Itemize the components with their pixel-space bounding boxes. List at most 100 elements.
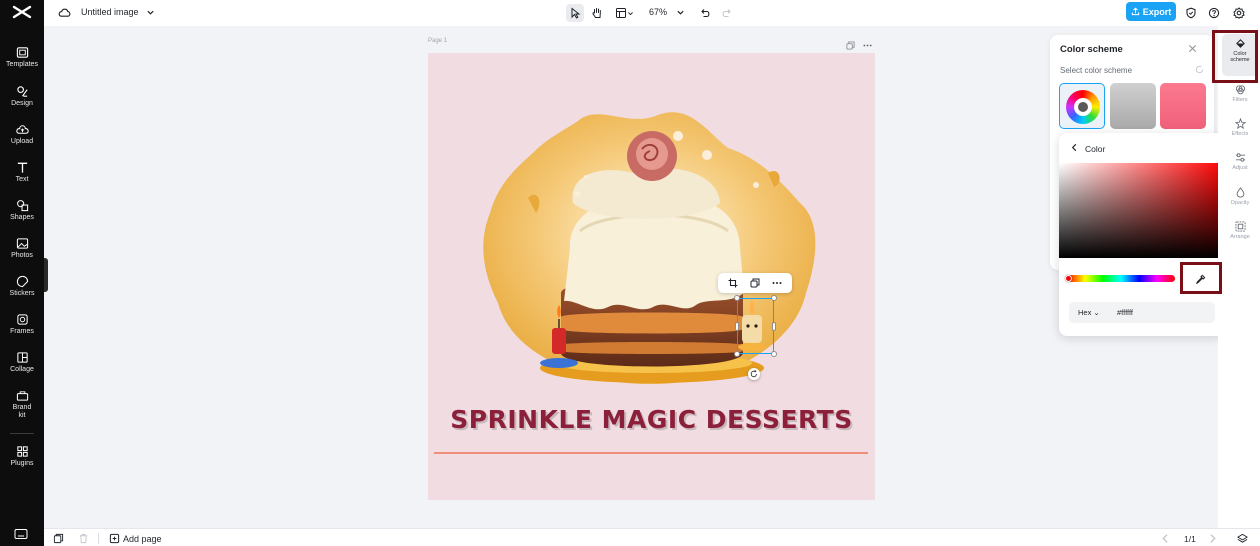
- hex-input-row: Hex ⌄ #ffffff: [1069, 302, 1215, 323]
- saturation-picker[interactable]: [1059, 163, 1225, 258]
- refresh-icon[interactable]: [1195, 65, 1204, 74]
- redo-icon: [722, 9, 731, 18]
- hue-slider[interactable]: [1067, 275, 1175, 282]
- export-label: Export: [1142, 6, 1172, 17]
- add-page-button[interactable]: Add page: [123, 534, 162, 544]
- tool-filters[interactable]: Filters: [1222, 80, 1258, 114]
- hand-tool-button[interactable]: [588, 4, 606, 22]
- layers-icon[interactable]: [1237, 533, 1248, 544]
- cursor-icon: [571, 7, 581, 19]
- tool-adjust[interactable]: Adjust: [1222, 148, 1258, 182]
- nav-templates[interactable]: Templates: [0, 43, 44, 77]
- nav-label: Shapes: [10, 214, 34, 221]
- nav-label: Templates: [6, 61, 38, 68]
- cloud-sync-icon[interactable]: [58, 6, 71, 19]
- color-picker-panel: Color Hex ⌄ #ffffff: [1059, 133, 1225, 336]
- nav-upload[interactable]: Upload: [0, 120, 44, 154]
- capcut-logo[interactable]: [12, 3, 32, 21]
- divider-line[interactable]: [434, 452, 868, 454]
- tool-label: Effects: [1231, 131, 1249, 137]
- nav-stickers[interactable]: Stickers: [0, 272, 44, 306]
- design-icon: [16, 86, 28, 97]
- page-counter: 1/1: [1184, 534, 1196, 544]
- nav-design[interactable]: Design: [0, 82, 44, 116]
- tool-arrange[interactable]: Arrange: [1222, 217, 1258, 251]
- add-page-icon[interactable]: [109, 533, 120, 544]
- tool-opacity[interactable]: Opacity: [1222, 183, 1258, 217]
- resize-handle[interactable]: [734, 295, 740, 301]
- nav-shapes[interactable]: Shapes: [0, 196, 44, 230]
- resize-handle[interactable]: [771, 295, 777, 301]
- crop-icon[interactable]: [728, 278, 738, 288]
- chevron-down-icon[interactable]: [676, 8, 685, 17]
- duplicate-icon[interactable]: [750, 278, 760, 288]
- artboard[interactable]: SPRINKLE MAGIC DESSERTS: [428, 53, 875, 500]
- export-button[interactable]: Export: [1126, 2, 1176, 21]
- duplicate-page-icon[interactable]: [846, 37, 855, 50]
- pink-scheme-swatch[interactable]: [1160, 83, 1206, 129]
- zoom-level[interactable]: 67%: [649, 7, 667, 17]
- nav-label: Photos: [11, 252, 33, 259]
- rail-divider: [10, 433, 34, 434]
- highlight-box: [1212, 30, 1258, 83]
- cake-illustration[interactable]: [428, 53, 875, 398]
- resize-handle[interactable]: [771, 351, 777, 357]
- resize-handle[interactable]: [772, 322, 776, 331]
- chevron-left-icon[interactable]: [1160, 533, 1171, 544]
- headline-text[interactable]: SPRINKLE MAGIC DESSERTS: [428, 405, 875, 434]
- nav-label: Text: [15, 176, 29, 183]
- photos-icon: [16, 238, 28, 249]
- help-button[interactable]: [1205, 4, 1223, 22]
- hex-input[interactable]: #ffffff: [1117, 308, 1133, 317]
- shield-button[interactable]: [1182, 4, 1200, 22]
- stickers-icon: [16, 275, 28, 288]
- nav-collage[interactable]: Collage: [0, 348, 44, 382]
- pages-icon[interactable]: [53, 533, 64, 544]
- selection-box[interactable]: [737, 298, 774, 354]
- nav-label: Upload: [10, 138, 34, 145]
- color-wheel-icon: [1066, 90, 1100, 124]
- close-icon[interactable]: [1188, 44, 1197, 53]
- trash-icon[interactable]: [78, 533, 89, 544]
- collage-icon: [16, 352, 28, 363]
- redo-button[interactable]: [718, 4, 736, 22]
- color-wheel-swatch[interactable]: [1059, 83, 1105, 129]
- nav-label: Plugins: [10, 460, 34, 467]
- nav-frames[interactable]: Frames: [0, 310, 44, 344]
- settings-button[interactable]: [1230, 4, 1248, 22]
- resize-handle[interactable]: [735, 322, 739, 331]
- document-title[interactable]: Untitled image: [81, 7, 139, 17]
- nav-photos[interactable]: Photos: [0, 234, 44, 268]
- chevron-down-icon[interactable]: [146, 8, 155, 17]
- hue-slider-knob[interactable]: [1065, 275, 1072, 282]
- shapes-icon: [16, 200, 28, 212]
- text-icon: [17, 162, 27, 173]
- nav-label: Design: [11, 100, 33, 107]
- more-options-icon[interactable]: [772, 278, 782, 288]
- tool-effects[interactable]: Effects: [1222, 114, 1258, 148]
- rotate-icon: [750, 370, 757, 378]
- color-mode-select[interactable]: Hex ⌄: [1078, 308, 1100, 317]
- right-tool-rail: Color scheme Filters Effects Adjust Opac…: [1218, 26, 1260, 546]
- nav-plugins[interactable]: Plugins: [0, 442, 44, 476]
- rotate-handle[interactable]: [748, 368, 760, 380]
- keyboard-shortcuts-icon[interactable]: [14, 528, 28, 540]
- resize-handle[interactable]: [734, 351, 740, 357]
- tool-label: Adjust: [1232, 165, 1248, 171]
- grey-scheme-swatch[interactable]: [1110, 83, 1156, 129]
- panel-title: Color scheme: [1060, 44, 1123, 55]
- hand-icon: [592, 8, 601, 18]
- select-tool-button[interactable]: [566, 4, 584, 22]
- more-options-icon[interactable]: [863, 37, 872, 47]
- chevron-right-icon[interactable]: [1207, 533, 1218, 544]
- adjust-icon: [1235, 153, 1245, 162]
- tool-label: Filters: [1232, 97, 1248, 103]
- canvas-size-button[interactable]: [612, 4, 636, 22]
- undo-button[interactable]: [696, 4, 714, 22]
- collapse-panel-handle[interactable]: [44, 258, 48, 292]
- layout-icon: [615, 8, 626, 18]
- chevron-left-icon[interactable]: [1070, 143, 1079, 152]
- nav-text[interactable]: Text: [0, 158, 44, 192]
- nav-brand-kit[interactable]: Brand kit: [0, 386, 44, 426]
- help-icon: [1208, 7, 1220, 19]
